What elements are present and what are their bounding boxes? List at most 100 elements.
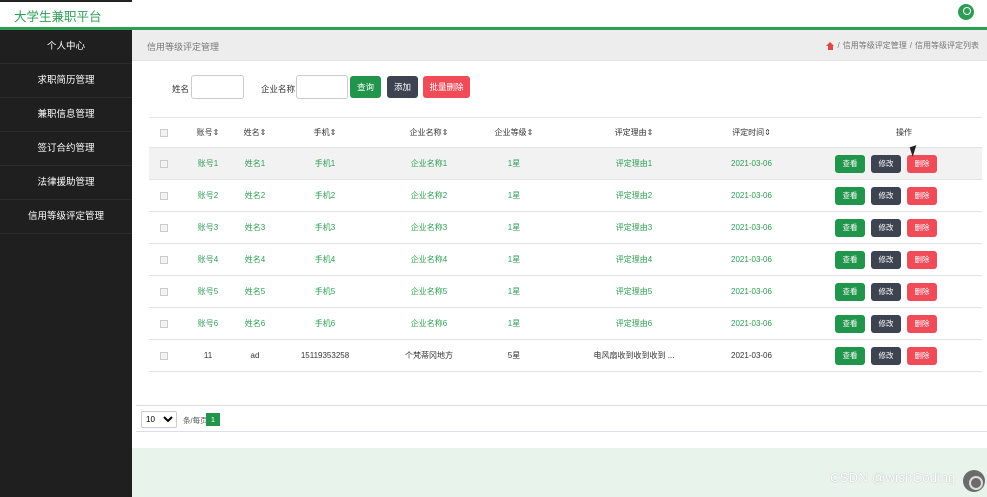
- header-reason[interactable]: 评定理由 ⇕: [559, 118, 709, 147]
- name-label: 姓名: [172, 84, 190, 94]
- cell-company-level: 1星: [507, 287, 521, 296]
- table-row[interactable]: 账号5 姓名5 手机5 企业名称5 1星 评定理由5 2021-03-06 查看 修改 删除: [149, 276, 982, 308]
- row-select-cell: [154, 276, 174, 307]
- view-button[interactable]: 查看: [835, 154, 865, 173]
- row-select-cell: [154, 340, 174, 371]
- table-row[interactable]: 账号4 姓名4 手机4 企业名称4 1星 评定理由4 2021-03-06 查看 修改 删除: [149, 244, 982, 276]
- header-time[interactable]: 评定时间 ⇕: [699, 118, 804, 147]
- view-button[interactable]: 查看: [835, 314, 865, 333]
- cell-name: 姓名3: [244, 223, 266, 232]
- cell-company-level: 1星: [507, 191, 521, 200]
- delete-button[interactable]: 删除: [907, 250, 937, 269]
- row-checkbox[interactable]: [160, 191, 168, 200]
- header-name[interactable]: 姓名 ⇕: [234, 118, 276, 147]
- view-button[interactable]: 查看: [835, 346, 865, 365]
- row-checkbox[interactable]: [160, 287, 168, 296]
- edit-button[interactable]: 修改: [871, 154, 901, 173]
- header-company-level[interactable]: 企业等级 ⇕: [474, 118, 554, 147]
- company-input[interactable]: [296, 75, 348, 99]
- header-phone[interactable]: 手机 ⇕: [289, 118, 361, 147]
- company-label: 企业名称: [261, 84, 296, 94]
- sidebar-item-credit-rating[interactable]: 信用等级评定管理: [0, 200, 132, 234]
- edit-button[interactable]: 修改: [871, 346, 901, 365]
- sidebar-item-legal-aid[interactable]: 法律援助管理: [0, 166, 132, 200]
- cell-company: 企业名称1: [410, 159, 448, 168]
- sidebar-item-resume[interactable]: 求职简历管理: [0, 64, 132, 98]
- header-actions: 操作: [896, 128, 912, 137]
- table-row[interactable]: 11 ad 15119353258 个梵蒂冈地方 5星 电风扇收到收到收到 ... 2021…: [149, 340, 982, 372]
- cell-company-level: 1星: [507, 255, 521, 264]
- row-checkbox[interactable]: [160, 351, 168, 360]
- row-checkbox[interactable]: [160, 255, 168, 264]
- add-button[interactable]: 添加: [387, 76, 418, 98]
- cell-account: 账号4: [197, 255, 219, 264]
- sidebar-item-contract[interactable]: 签订合约管理: [0, 132, 132, 166]
- edit-button[interactable]: 修改: [871, 186, 901, 205]
- cell-time: 2021-03-06: [731, 319, 772, 328]
- top-accent-line: [0, 0, 132, 2]
- cell-reason: 评定理由1: [615, 159, 653, 168]
- table-row[interactable]: 账号2 姓名2 手机2 企业名称2 1星 评定理由2 2021-03-06 查看 修改 删除: [149, 180, 982, 212]
- main-content: 信用等级评定管理 / 信用等级评定管理 / 信用等级评定列表 姓名 企业名称 查…: [132, 30, 987, 497]
- view-button[interactable]: 查看: [835, 282, 865, 301]
- edit-button[interactable]: 修改: [871, 314, 901, 333]
- page-number-current[interactable]: 1: [206, 413, 220, 426]
- cell-reason: 评定理由3: [615, 223, 653, 232]
- cell-company-level: 1星: [507, 319, 521, 328]
- cell-time: 2021-03-06: [731, 223, 772, 232]
- app-title: 大学生兼职平台: [14, 10, 102, 24]
- cell-name: 姓名1: [244, 159, 266, 168]
- view-button[interactable]: 查看: [835, 186, 865, 205]
- cell-name: 姓名4: [244, 255, 266, 264]
- cell-name: ad: [250, 351, 260, 360]
- list-panel: 姓名 企业名称 查询 添加 批量删除 账号 ⇕ 姓名 ⇕ 手机 ⇕ 企业名称 ⇕ 企业等…: [132, 61, 987, 448]
- search-form: 姓名 企业名称 查询 添加 批量删除: [132, 75, 987, 101]
- name-input[interactable]: [191, 75, 244, 99]
- row-checkbox[interactable]: [160, 223, 168, 232]
- breadcrumb-item-list: 信用等级评定列表: [915, 41, 979, 50]
- view-button[interactable]: 查看: [835, 250, 865, 269]
- delete-button[interactable]: 删除: [907, 314, 937, 333]
- delete-button[interactable]: 删除: [907, 154, 937, 173]
- credit-rating-table: 账号 ⇕ 姓名 ⇕ 手机 ⇕ 企业名称 ⇕ 企业等级 ⇕ 评定理由 ⇕ 评定时间 ⇕ 操作 账…: [149, 117, 982, 372]
- delete-button[interactable]: 删除: [907, 282, 937, 301]
- cell-name: 姓名2: [244, 191, 266, 200]
- header-account[interactable]: 账号 ⇕: [187, 118, 229, 147]
- row-checkbox[interactable]: [160, 319, 168, 328]
- delete-button[interactable]: 删除: [907, 218, 937, 237]
- watermark: CSDN @wishCoding: [830, 470, 956, 485]
- table-row[interactable]: 账号1 姓名1 手机1 企业名称1 1星 评定理由1 2021-03-06 查看 修改 删除: [149, 148, 982, 180]
- page-size-select[interactable]: 10: [141, 411, 177, 428]
- select-all-checkbox[interactable]: [160, 128, 168, 137]
- floating-action-icon[interactable]: [963, 470, 985, 492]
- cell-reason: 评定理由6: [615, 319, 653, 328]
- table-row[interactable]: 账号3 姓名3 手机3 企业名称3 1星 评定理由3 2021-03-06 查看 修改 删除: [149, 212, 982, 244]
- batch-delete-button[interactable]: 批量删除: [423, 76, 470, 98]
- edit-button[interactable]: 修改: [871, 282, 901, 301]
- delete-button[interactable]: 删除: [907, 186, 937, 205]
- sidebar-item-personal-center[interactable]: 个人中心: [0, 30, 132, 64]
- user-avatar-icon[interactable]: [958, 4, 974, 20]
- query-button[interactable]: 查询: [350, 76, 381, 98]
- home-icon[interactable]: [825, 41, 835, 50]
- pagination: 10 条/每页 1: [136, 405, 987, 432]
- cell-account: 账号1: [197, 159, 219, 168]
- header-company[interactable]: 企业名称 ⇕: [369, 118, 489, 147]
- table-row[interactable]: 账号6 姓名6 手机6 企业名称6 1星 评定理由6 2021-03-06 查看 修改 删除: [149, 308, 982, 340]
- cell-company-level: 1星: [507, 223, 521, 232]
- edit-button[interactable]: 修改: [871, 250, 901, 269]
- sidebar-item-job-info[interactable]: 兼职信息管理: [0, 98, 132, 132]
- cell-account: 账号5: [197, 287, 219, 296]
- row-checkbox[interactable]: [160, 159, 168, 168]
- breadcrumb-item-credit-rating[interactable]: 信用等级评定管理: [843, 40, 907, 51]
- cell-phone: 手机4: [314, 255, 336, 264]
- cell-reason: 评定理由2: [615, 191, 653, 200]
- table-header-row: 账号 ⇕ 姓名 ⇕ 手机 ⇕ 企业名称 ⇕ 企业等级 ⇕ 评定理由 ⇕ 评定时间 ⇕ 操作: [149, 118, 982, 148]
- edit-button[interactable]: 修改: [871, 218, 901, 237]
- cell-phone: 手机5: [314, 287, 336, 296]
- sidebar: 个人中心 求职简历管理 兼职信息管理 签订合约管理 法律援助管理 信用等级评定管…: [0, 30, 132, 497]
- delete-button[interactable]: 删除: [907, 346, 937, 365]
- cell-company: 企业名称5: [410, 287, 448, 296]
- view-button[interactable]: 查看: [835, 218, 865, 237]
- cell-reason: 评定理由5: [615, 287, 653, 296]
